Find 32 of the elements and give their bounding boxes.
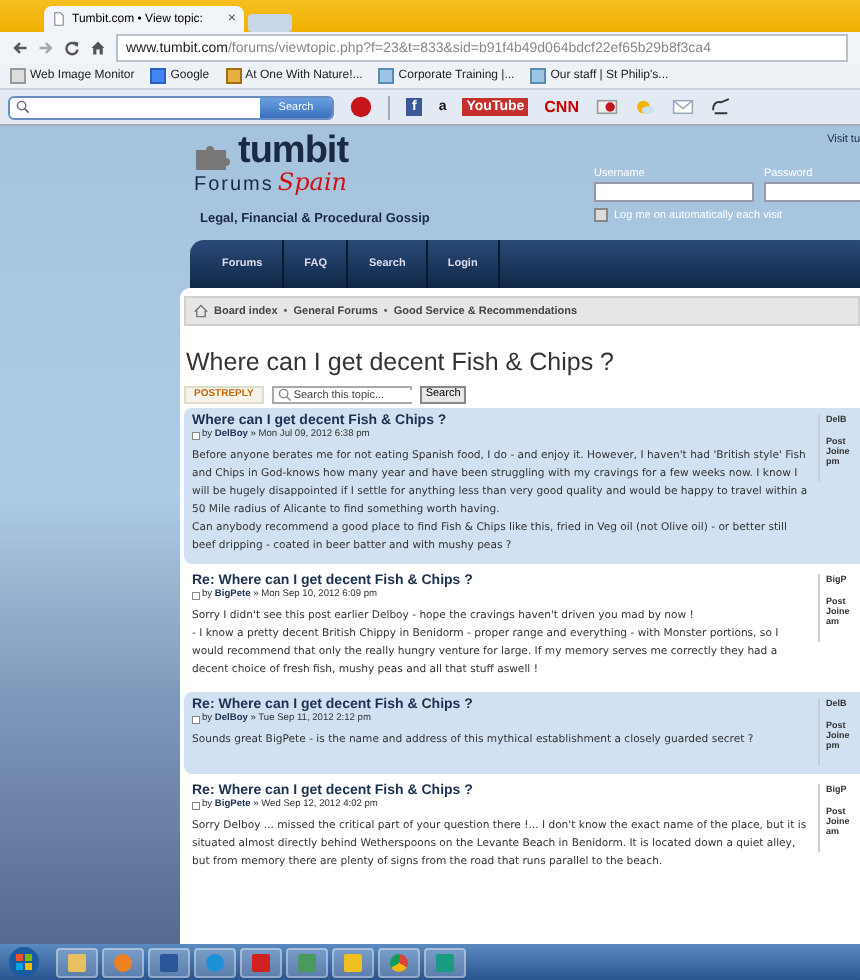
post-icon — [192, 431, 200, 439]
home-icon[interactable] — [90, 40, 106, 56]
toolbar-logo[interactable]: CNN — [544, 99, 579, 115]
remember-checkbox[interactable] — [594, 208, 608, 222]
taskbar-app-icon[interactable] — [424, 947, 466, 977]
search-icon — [277, 388, 292, 402]
puzzle-icon — [194, 142, 234, 170]
start-button[interactable] — [8, 946, 40, 978]
back-icon[interactable] — [12, 40, 28, 56]
card-icon[interactable] — [595, 96, 617, 118]
mail-icon[interactable] — [671, 96, 693, 118]
weather-icon[interactable] — [633, 96, 655, 118]
site-logo[interactable]: tumbit Forums Spain — [194, 134, 349, 196]
reload-icon[interactable] — [64, 40, 80, 56]
home-icon — [194, 304, 208, 318]
taskbar-app-icon[interactable] — [148, 947, 190, 977]
post-icon — [192, 801, 200, 809]
taskbar-app-icon[interactable] — [286, 947, 328, 977]
taskbar-app-icon[interactable] — [378, 947, 420, 977]
forward-icon[interactable] — [38, 40, 54, 56]
taskbar-app-icon[interactable] — [102, 947, 144, 977]
topic-title: Where can I get decent Fish & Chips ? — [186, 348, 616, 376]
page-icon — [52, 12, 66, 26]
username-field[interactable] — [594, 182, 754, 202]
search-icon — [16, 100, 30, 114]
taskbar-app-icon[interactable] — [240, 947, 282, 977]
taskbar-app-icon[interactable] — [332, 947, 374, 977]
round-logo-icon[interactable] — [350, 96, 372, 118]
taskbar-app-icon[interactable] — [56, 947, 98, 977]
post-icon — [192, 715, 200, 723]
post-icon — [192, 591, 200, 599]
taskbar-app-icon[interactable] — [194, 947, 236, 977]
